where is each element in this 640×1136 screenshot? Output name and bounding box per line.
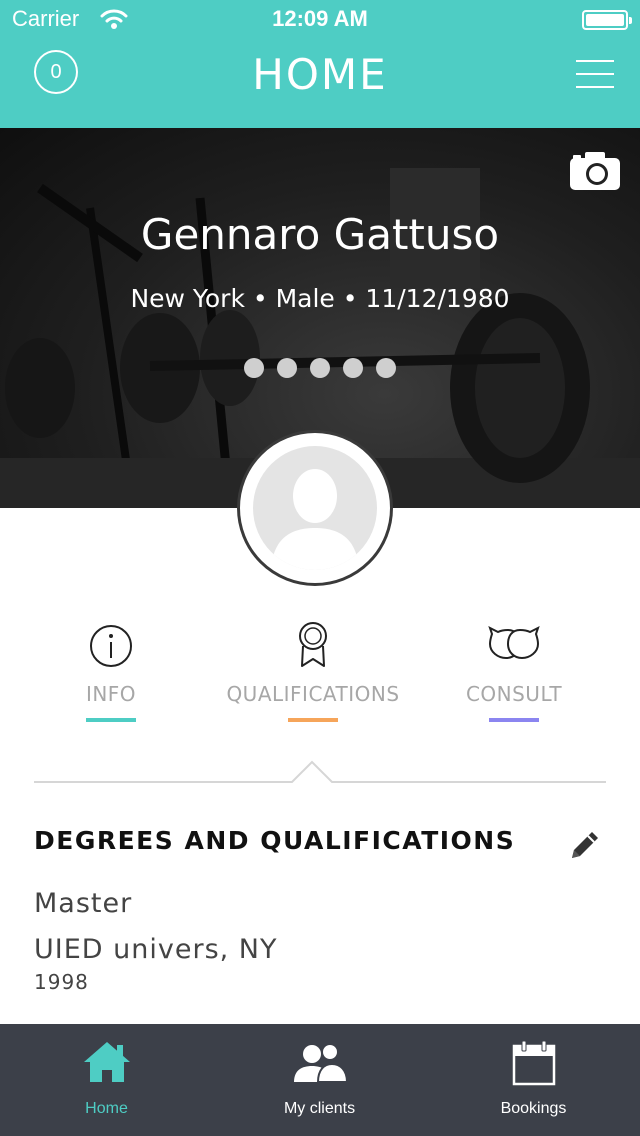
nav-home[interactable]: Home bbox=[0, 1024, 213, 1136]
tab-info[interactable]: INFO bbox=[11, 620, 211, 722]
graduation-year: 1998 bbox=[34, 970, 89, 994]
degree-title: Master bbox=[34, 888, 133, 919]
page-title: HOME bbox=[252, 50, 388, 99]
profile-name: Gennaro Gattuso bbox=[140, 210, 500, 259]
avatar[interactable] bbox=[237, 430, 393, 586]
carousel-dot[interactable] bbox=[376, 358, 396, 378]
status-bar: Carrier 12:09 AM bbox=[0, 0, 640, 40]
section-title: DEGREES AND QUALIFICATIONS bbox=[34, 826, 516, 855]
carousel-dot[interactable] bbox=[244, 358, 264, 378]
nav-my-clients[interactable]: My clients bbox=[213, 1024, 426, 1136]
tab-indicator bbox=[86, 718, 136, 722]
home-icon bbox=[83, 1042, 130, 1082]
profile-details: New York • Male • 11/12/1980 bbox=[130, 284, 510, 313]
carousel-dots[interactable] bbox=[0, 358, 640, 378]
carousel-dot[interactable] bbox=[277, 358, 297, 378]
school-name: UIED univers, NY bbox=[34, 934, 278, 965]
nav-bookings[interactable]: Bookings bbox=[427, 1024, 640, 1136]
tab-label: INFO bbox=[85, 682, 137, 706]
nav-label: Bookings bbox=[500, 1100, 567, 1117]
tab-label: CONSULT bbox=[465, 682, 563, 706]
users-icon bbox=[293, 1043, 348, 1083]
tab-label: QUALIFICATIONS bbox=[226, 682, 400, 706]
camera-icon[interactable] bbox=[570, 152, 620, 190]
nav-label: My clients bbox=[283, 1100, 356, 1117]
tab-consult[interactable]: CONSULT bbox=[414, 620, 614, 722]
chat-bubbles-icon bbox=[488, 626, 540, 660]
tab-qualifications[interactable]: QUALIFICATIONS bbox=[213, 620, 413, 722]
status-time: 12:09 AM bbox=[272, 6, 368, 31]
calendar-icon bbox=[512, 1040, 555, 1086]
carousel-dot[interactable] bbox=[343, 358, 363, 378]
tab-indicator bbox=[288, 718, 338, 722]
info-icon bbox=[90, 625, 132, 667]
app-header: Carrier 12:09 AM 0 HOME bbox=[0, 0, 640, 128]
hamburger-menu-icon[interactable] bbox=[576, 60, 614, 90]
carousel-dot[interactable] bbox=[310, 358, 330, 378]
nav-label: Home bbox=[85, 1100, 128, 1117]
section-divider bbox=[34, 760, 606, 783]
bottom-nav: Home My clients Bookings bbox=[0, 1024, 640, 1136]
battery-icon bbox=[582, 10, 632, 30]
pencil-edit-icon[interactable] bbox=[568, 828, 602, 862]
award-ribbon-icon bbox=[299, 622, 327, 667]
user-silhouette-icon bbox=[271, 469, 359, 570]
tab-indicator bbox=[489, 718, 539, 722]
